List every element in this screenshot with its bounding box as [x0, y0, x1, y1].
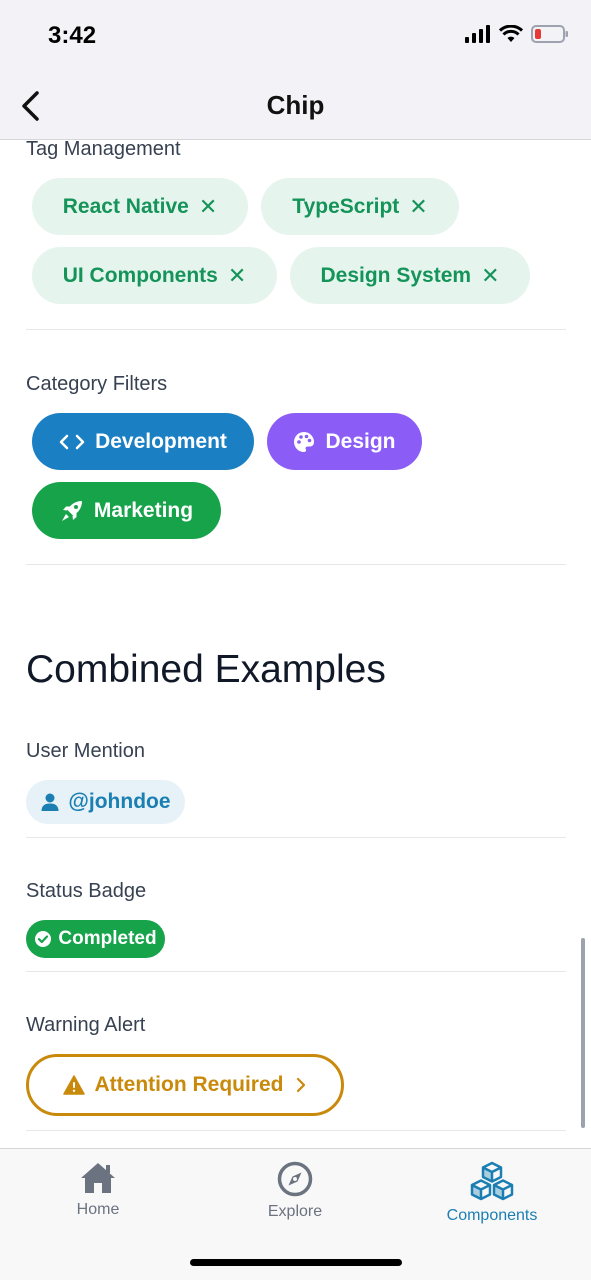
divider [26, 837, 566, 838]
home-indicator [190, 1259, 402, 1266]
status-time: 3:42 [48, 22, 97, 49]
tag-chip[interactable]: React Native ✕ [32, 178, 248, 235]
filter-chip-label: Design [325, 429, 396, 453]
close-icon[interactable]: ✕ [228, 263, 246, 289]
user-icon [41, 793, 59, 811]
palette-icon [294, 431, 315, 452]
rocket-icon [61, 500, 82, 521]
status-badge-chip[interactable]: Completed [26, 920, 165, 958]
tag-management-label: Tag Management [26, 140, 181, 160]
battery-icon [531, 25, 568, 43]
warning-alert-text: Attention Required [94, 1073, 284, 1096]
user-mention-text: @johndoe [68, 790, 171, 813]
status-icons [465, 24, 569, 44]
status-bar: 3:42 [0, 0, 591, 74]
tab-home[interactable]: Home [23, 1161, 173, 1219]
warning-icon [62, 1075, 85, 1095]
tag-chip[interactable]: Design System ✕ [290, 247, 530, 304]
signal-icon [465, 25, 490, 43]
close-icon[interactable]: ✕ [409, 194, 427, 220]
warning-alert-chip[interactable]: Attention Required [26, 1054, 344, 1116]
divider [26, 564, 566, 565]
user-mention-chip[interactable]: @johndoe [26, 780, 185, 824]
tag-chip-label: React Native [62, 194, 189, 218]
filter-chip-label: Marketing [93, 498, 194, 522]
code-icon [59, 434, 85, 449]
warning-alert-label: Warning Alert [26, 1014, 146, 1036]
tab-label: Home [76, 1201, 120, 1218]
chevron-right-icon [296, 1077, 305, 1093]
category-filters-label: Category Filters [26, 373, 168, 395]
close-icon[interactable]: ✕ [481, 263, 499, 289]
tag-chip[interactable]: TypeScript ✕ [261, 178, 459, 235]
nav-bar: Chip [0, 74, 591, 140]
tag-chip[interactable]: UI Components ✕ [32, 247, 277, 304]
content-scroll-area[interactable]: Tag Management React Native ✕ TypeScript… [0, 140, 591, 1148]
tab-components[interactable]: Components [417, 1161, 567, 1225]
tab-label: Explore [267, 1203, 323, 1220]
status-badge-label: Status Badge [26, 880, 147, 902]
wifi-icon [499, 25, 523, 42]
tab-label: Components [446, 1207, 538, 1224]
tag-chip-label: Design System [320, 263, 472, 287]
tag-chip-label: UI Components [62, 263, 218, 287]
close-icon[interactable]: ✕ [199, 194, 217, 220]
filter-chip-design[interactable]: Design [267, 413, 422, 470]
home-icon [81, 1163, 115, 1193]
page-title: Chip [266, 90, 325, 120]
divider [26, 971, 566, 972]
filter-chip-marketing[interactable]: Marketing [32, 482, 221, 539]
divider [26, 329, 566, 330]
status-badge-text: Completed [58, 928, 157, 949]
scrollbar[interactable] [581, 938, 585, 1128]
combined-examples-heading: Combined Examples [26, 648, 386, 691]
compass-icon [277, 1161, 313, 1197]
user-mention-label: User Mention [26, 740, 145, 762]
check-circle-icon [35, 931, 52, 947]
filter-chip-label: Development [95, 429, 227, 453]
divider [26, 1130, 566, 1131]
cubes-icon [470, 1161, 514, 1201]
filter-chip-development[interactable]: Development [32, 413, 254, 470]
tab-explore[interactable]: Explore [220, 1161, 370, 1221]
tag-chip-label: TypeScript [292, 194, 400, 218]
